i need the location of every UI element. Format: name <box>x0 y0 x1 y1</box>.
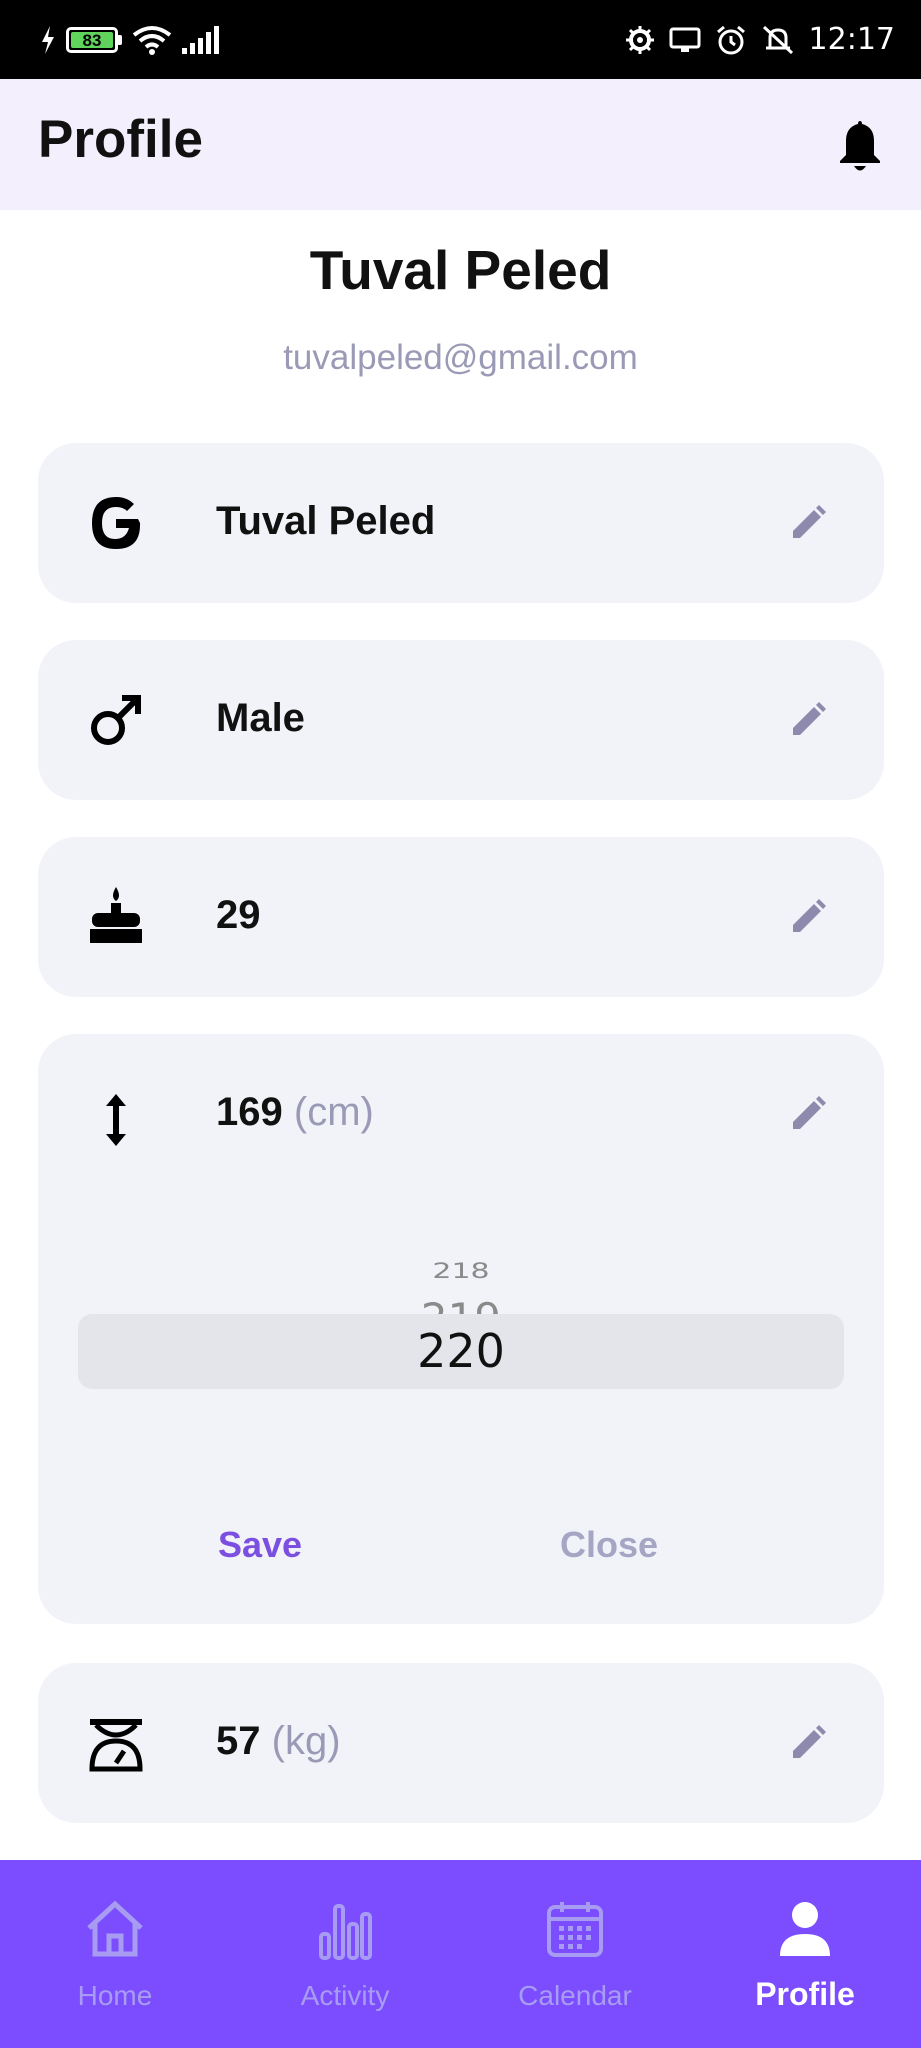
picker-option[interactable]: 218 <box>78 1259 844 1284</box>
page-title: Profile <box>38 110 203 169</box>
google-icon <box>92 497 141 549</box>
weight-card: 57 (kg) <box>38 1663 884 1823</box>
edit-height-button[interactable] <box>788 1094 828 1134</box>
nav-item-profile[interactable]: Profile <box>690 1860 920 2048</box>
user-email: tuvalpeled@gmail.com <box>283 338 638 377</box>
alarm-icon <box>716 25 745 54</box>
bottom-nav: Home Activity Calendar Profile <box>0 1860 921 2048</box>
name-value: Tuval Peled <box>216 499 436 543</box>
weight-unit: (kg) <box>271 1719 341 1763</box>
age-card: 29 <box>38 837 884 997</box>
clock: 12:17 <box>808 22 895 57</box>
battery-level: 83 <box>71 31 113 49</box>
close-button[interactable]: Close <box>560 1524 658 1566</box>
nav-label-calendar: Calendar <box>518 1980 632 2011</box>
gender-value: Male <box>216 696 305 740</box>
gender-card: Male <box>38 640 884 800</box>
calendar-icon <box>547 1902 603 1957</box>
picker-selected-value: 220 <box>417 1324 505 1378</box>
male-icon <box>91 695 141 745</box>
weight-value: 57 (kg) <box>216 1719 341 1764</box>
nav-label-home: Home <box>77 1980 153 2011</box>
home-icon <box>87 1900 143 1957</box>
bell-icon[interactable] <box>835 117 885 173</box>
nav-item-home[interactable]: Home <box>0 1860 230 2048</box>
nav-label-profile: Profile <box>755 1976 855 2012</box>
status-bar: 83 12:17 <box>0 0 921 79</box>
height-number: 169 <box>216 1090 283 1134</box>
nav-item-calendar[interactable]: Calendar <box>460 1860 690 2048</box>
status-bar-right: 12:17 <box>625 0 895 79</box>
cake-icon <box>90 887 142 943</box>
app-header: Profile <box>0 79 921 210</box>
wifi-icon <box>132 25 172 55</box>
profile-icon <box>780 1902 830 1956</box>
name-card: Tuval Peled <box>38 443 884 603</box>
nav-item-activity[interactable]: Activity <box>230 1860 460 2048</box>
settings-notification-icon <box>625 25 654 54</box>
battery-icon: 83 <box>66 26 122 53</box>
user-name: Tuval Peled <box>309 239 612 301</box>
edit-weight-button[interactable] <box>788 1723 828 1763</box>
edit-gender-button[interactable] <box>788 700 828 740</box>
nav-label-activity: Activity <box>300 1980 390 2011</box>
edit-name-button[interactable] <box>788 503 828 543</box>
activity-icon <box>319 1904 372 1960</box>
cast-icon <box>669 27 701 52</box>
height-arrows-icon <box>106 1094 126 1146</box>
signal-icon <box>182 25 219 54</box>
height-card: 169 (cm) 218 219 220 Save Close <box>38 1034 884 1624</box>
height-value: 169 (cm) <box>216 1090 374 1135</box>
status-bar-left: 83 <box>40 0 224 79</box>
charging-icon <box>42 25 54 54</box>
scale-icon <box>89 1719 143 1772</box>
silent-icon <box>762 25 793 54</box>
weight-number: 57 <box>216 1719 261 1763</box>
save-button[interactable]: Save <box>218 1524 302 1566</box>
edit-age-button[interactable] <box>788 897 828 937</box>
age-value: 29 <box>216 893 261 937</box>
picker-selected-option[interactable]: 220 <box>78 1314 844 1389</box>
height-unit: (cm) <box>293 1090 374 1134</box>
